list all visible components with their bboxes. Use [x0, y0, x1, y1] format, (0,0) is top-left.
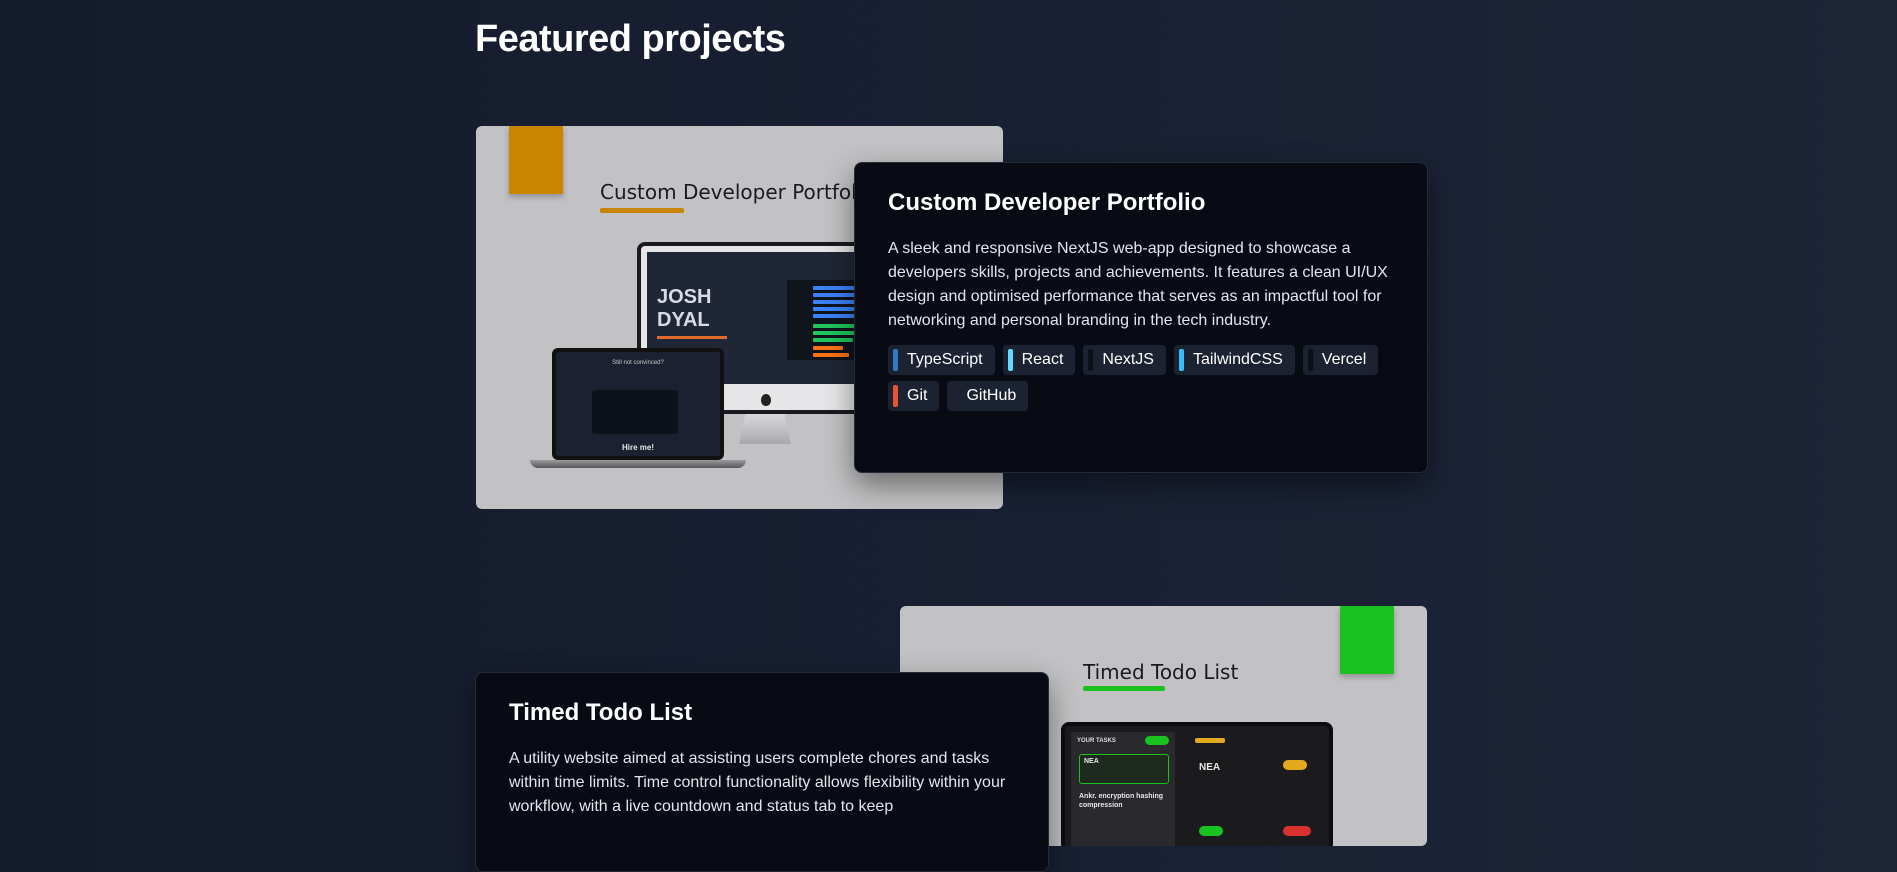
apple-logo-icon — [761, 394, 771, 406]
project-image-title: Timed Todo List — [1083, 660, 1239, 684]
tasks-header: YOUR TASKS — [1077, 738, 1116, 744]
laptop-mockup: Still not convinced? Hire me! — [552, 348, 724, 460]
section-title: Featured projects — [475, 18, 786, 60]
tag-github: GitHub — [947, 381, 1029, 411]
tag-label: TypeScript — [907, 351, 983, 368]
mockup-hero-name: JOSH DYAL — [657, 286, 712, 331]
tag-label: Vercel — [1321, 351, 1367, 368]
monitor-stand — [739, 414, 791, 444]
tag-color-strip — [893, 349, 898, 371]
task-item: NEA — [1079, 754, 1169, 784]
project-title[interactable]: Timed Todo List — [509, 699, 1015, 727]
laptop-base — [530, 460, 746, 468]
tag-color-strip — [1178, 349, 1184, 371]
project-title[interactable]: Custom Developer Portfolio — [888, 189, 1394, 217]
laptop-cta: Hire me! — [621, 443, 654, 452]
bookmark-ribbon — [509, 126, 563, 194]
tag-tailwindcss: TailwindCSS — [1173, 345, 1295, 375]
tag-label: React — [1021, 351, 1064, 368]
tag-nextjs: NextJS — [1083, 345, 1166, 375]
new-task-button — [1145, 736, 1169, 745]
title-underline — [600, 208, 684, 213]
title-underline — [1083, 686, 1165, 691]
tag-color-strip — [1088, 349, 1094, 371]
todo-app-mockup: YOUR TASKS NEA Ankr. encryption hashing … — [1061, 722, 1333, 846]
testimonial-card — [592, 390, 678, 434]
tech-tags: TypeScript React NextJS TailwindCSS Verc… — [888, 345, 1394, 411]
pause-button — [1283, 760, 1307, 770]
tag-typescript: TypeScript — [888, 345, 995, 375]
task-item-2: Ankr. encryption hashing compression — [1079, 793, 1164, 809]
project-image-title: Custom Developer Portfolio — [600, 180, 875, 204]
status-tag — [1195, 738, 1225, 743]
tag-color-strip — [952, 385, 958, 407]
task-title: NEA — [1084, 758, 1099, 765]
task-detail-title: NEA — [1199, 762, 1221, 773]
tag-label: NextJS — [1102, 351, 1154, 368]
laptop-headline: Still not convinced? — [612, 360, 664, 366]
project-card-portfolio: Custom Developer Portfolio A sleek and r… — [854, 162, 1428, 473]
project-card-todo: Timed Todo List A utility website aimed … — [475, 672, 1049, 872]
tag-label: Git — [907, 387, 928, 404]
tag-react: React — [1002, 345, 1076, 375]
reset-button — [1199, 826, 1223, 836]
delete-button — [1283, 826, 1311, 836]
tag-git: Git — [888, 381, 940, 411]
tag-label: GitHub — [966, 387, 1017, 404]
bookmark-ribbon — [1340, 606, 1394, 674]
mockup-hero-underline — [657, 336, 727, 339]
project-description: A sleek and responsive NextJS web-app de… — [888, 240, 1388, 329]
tag-color-strip — [893, 385, 898, 407]
tag-label: TailwindCSS — [1192, 351, 1283, 368]
tasks-panel: YOUR TASKS NEA Ankr. encryption hashing … — [1071, 732, 1175, 846]
tag-color-strip — [1307, 349, 1313, 371]
tag-vercel: Vercel — [1302, 345, 1379, 375]
project-description: A utility website aimed at assisting use… — [509, 750, 1006, 815]
tag-color-strip — [1007, 349, 1013, 371]
